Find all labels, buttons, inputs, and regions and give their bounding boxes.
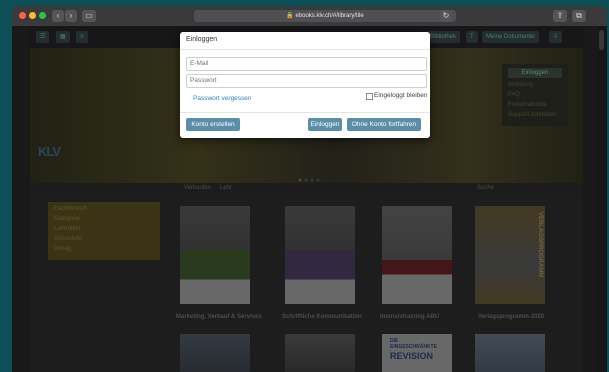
continue-without-account-button[interactable]: Ohne Konto fortfahren — [347, 118, 421, 131]
zoom-window-button[interactable] — [39, 12, 46, 19]
minimize-window-button[interactable] — [29, 12, 36, 19]
reload-icon[interactable]: ↻ — [440, 10, 452, 22]
close-window-button[interactable] — [19, 12, 26, 19]
remember-me-label: Eingeloggt bleiben — [374, 92, 428, 99]
address-bar[interactable]: 🔒 ebooks.klv.ch/#/library/tile — [194, 10, 456, 22]
forward-icon[interactable]: › — [65, 10, 77, 22]
sidebar-toggle-icon[interactable]: ▭ — [82, 10, 96, 22]
url-text: ebooks.klv.ch/#/library/tile — [295, 13, 364, 19]
lock-icon: 🔒 — [286, 13, 294, 19]
back-icon[interactable]: ‹ — [52, 10, 64, 22]
browser-titlebar: ‹ › ▭ 🔒 ebooks.klv.ch/#/library/tile ↻ ⇪… — [12, 6, 607, 26]
modal-header: Einloggen — [180, 32, 430, 50]
tabs-overview-icon[interactable]: ⧉ — [572, 10, 586, 22]
browser-window: ‹ › ▭ 🔒 ebooks.klv.ch/#/library/tile ↻ ⇪… — [12, 6, 607, 372]
forgot-password-link[interactable]: Passwort vergessen — [193, 95, 252, 102]
login-modal: Einloggen Passwort vergessen Eingeloggt … — [180, 32, 430, 138]
modal-title: Einloggen — [186, 36, 218, 43]
create-account-button[interactable]: Konto erstellen — [186, 118, 240, 131]
password-field[interactable] — [186, 74, 427, 88]
modal-divider — [180, 112, 430, 113]
share-icon[interactable]: ⇪ — [553, 10, 567, 22]
email-field[interactable] — [186, 57, 427, 71]
browser-viewport: ☰ ▦ ≡ Bibliothek T Meine Dokumente ⇩ KLV… — [12, 26, 607, 372]
login-button[interactable]: Einloggen — [308, 118, 342, 131]
remember-me-checkbox[interactable] — [366, 93, 373, 100]
